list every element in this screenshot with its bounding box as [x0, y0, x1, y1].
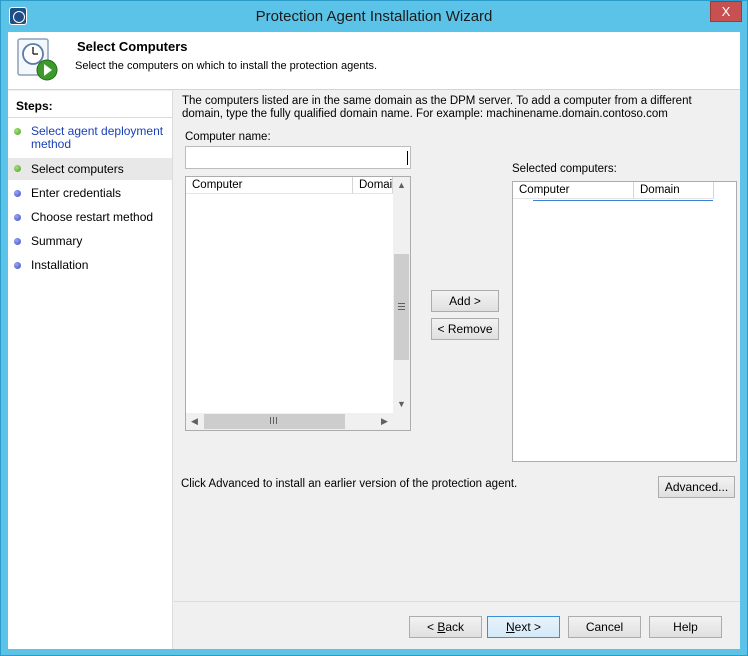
step-label: Installation — [31, 258, 89, 272]
selected-computers-list[interactable]: Computer Domain — [512, 181, 737, 462]
scrollbar-thumb[interactable] — [394, 254, 409, 360]
step-complete-icon — [14, 128, 21, 135]
step-select-agent-deployment-method[interactable]: Select agent deployment method — [8, 124, 172, 154]
text-caret — [407, 151, 408, 165]
next-button-mnemonic: N — [505, 620, 515, 634]
next-button[interactable]: Next > — [487, 616, 560, 638]
instructions-line: The computers listed are in the same dom… — [182, 95, 692, 107]
selected-computers-label: Selected computers: — [512, 163, 617, 175]
grip-line — [398, 303, 405, 304]
grip-line — [398, 309, 405, 310]
column-header-domain[interactable]: Domain — [634, 182, 714, 199]
available-computers-list[interactable]: Computer Domain ▲ ▼ ◀ — [185, 176, 411, 431]
divider — [8, 117, 172, 118]
window-title: Protection Agent Installation Wizard — [255, 8, 493, 25]
step-label: Summary — [31, 234, 83, 248]
step-label: Select agent deployment — [31, 124, 164, 138]
instructions: The computers listed are in the same dom… — [182, 95, 712, 121]
scrollbar-thumb[interactable] — [204, 414, 345, 429]
step-pending-icon — [14, 262, 21, 269]
grip-line — [398, 306, 405, 307]
instructions-line: domain, type the fully qualified domain … — [182, 108, 668, 120]
computer-name-label: Computer name: — [185, 131, 271, 143]
advanced-button[interactable]: Advanced... — [658, 476, 735, 498]
grip-line — [270, 417, 271, 424]
next-button-label: ext > — [514, 620, 542, 634]
grip-line — [273, 417, 274, 424]
remove-button[interactable]: < Remove — [431, 318, 499, 340]
step-label: method — [31, 137, 72, 151]
grip-line — [276, 417, 277, 424]
vertical-scrollbar[interactable]: ▲ ▼ — [393, 177, 410, 413]
back-button-label: ack — [445, 620, 465, 634]
title-bar[interactable]: Protection Agent Installation Wizard X — [1, 1, 747, 32]
page-title: Select Computers — [77, 39, 188, 54]
step-label: Choose restart method — [31, 210, 154, 224]
scroll-left-icon[interactable]: ◀ — [186, 413, 203, 430]
step-complete-icon — [14, 165, 21, 172]
clock-run-icon — [17, 38, 58, 81]
computer-name-input[interactable] — [185, 146, 411, 169]
help-button[interactable]: Help — [649, 616, 722, 638]
step-enter-credentials: Enter credentials — [8, 186, 172, 204]
step-label: Select computers — [31, 162, 124, 176]
wizard-footer: < Back Next > Cancel Help — [174, 601, 740, 649]
column-header-computer[interactable]: Computer — [186, 177, 353, 194]
wizard-header: Select Computers Select the computers on… — [8, 32, 740, 90]
horizontal-scrollbar[interactable]: ◀ ▶ — [186, 413, 393, 430]
main-panel: The computers listed are in the same dom… — [174, 91, 740, 601]
step-installation: Installation — [8, 258, 172, 276]
wizard-body: Select Computers Select the computers on… — [8, 32, 740, 649]
back-button[interactable]: < Back — [409, 616, 482, 638]
scroll-right-icon[interactable]: ▶ — [376, 413, 393, 430]
add-button[interactable]: Add > — [431, 290, 499, 312]
close-button[interactable]: X — [710, 1, 742, 22]
step-pending-icon — [14, 214, 21, 221]
step-label: Enter credentials — [31, 186, 122, 200]
cancel-button[interactable]: Cancel — [568, 616, 641, 638]
scroll-up-icon[interactable]: ▲ — [393, 177, 410, 194]
back-button-prefix: < — [426, 620, 438, 634]
advanced-hint: Click Advanced to install an earlier ver… — [181, 478, 518, 490]
insertion-mark — [533, 200, 713, 201]
column-header-computer[interactable]: Computer — [513, 182, 634, 199]
page-subtitle: Select the computers on which to install… — [75, 60, 378, 72]
step-pending-icon — [14, 238, 21, 245]
column-header-domain[interactable]: Domain — [353, 177, 393, 194]
step-pending-icon — [14, 190, 21, 197]
scrollbar-corner — [393, 413, 410, 430]
steps-panel: Steps: Select agent deployment method Se… — [8, 91, 173, 649]
scroll-down-icon[interactable]: ▼ — [393, 396, 410, 413]
step-summary: Summary — [8, 234, 172, 252]
steps-heading: Steps: — [16, 99, 53, 113]
wizard-window: Protection Agent Installation Wizard X S… — [0, 0, 748, 656]
step-select-computers: Select computers — [8, 158, 172, 180]
step-choose-restart-method: Choose restart method — [8, 210, 172, 228]
